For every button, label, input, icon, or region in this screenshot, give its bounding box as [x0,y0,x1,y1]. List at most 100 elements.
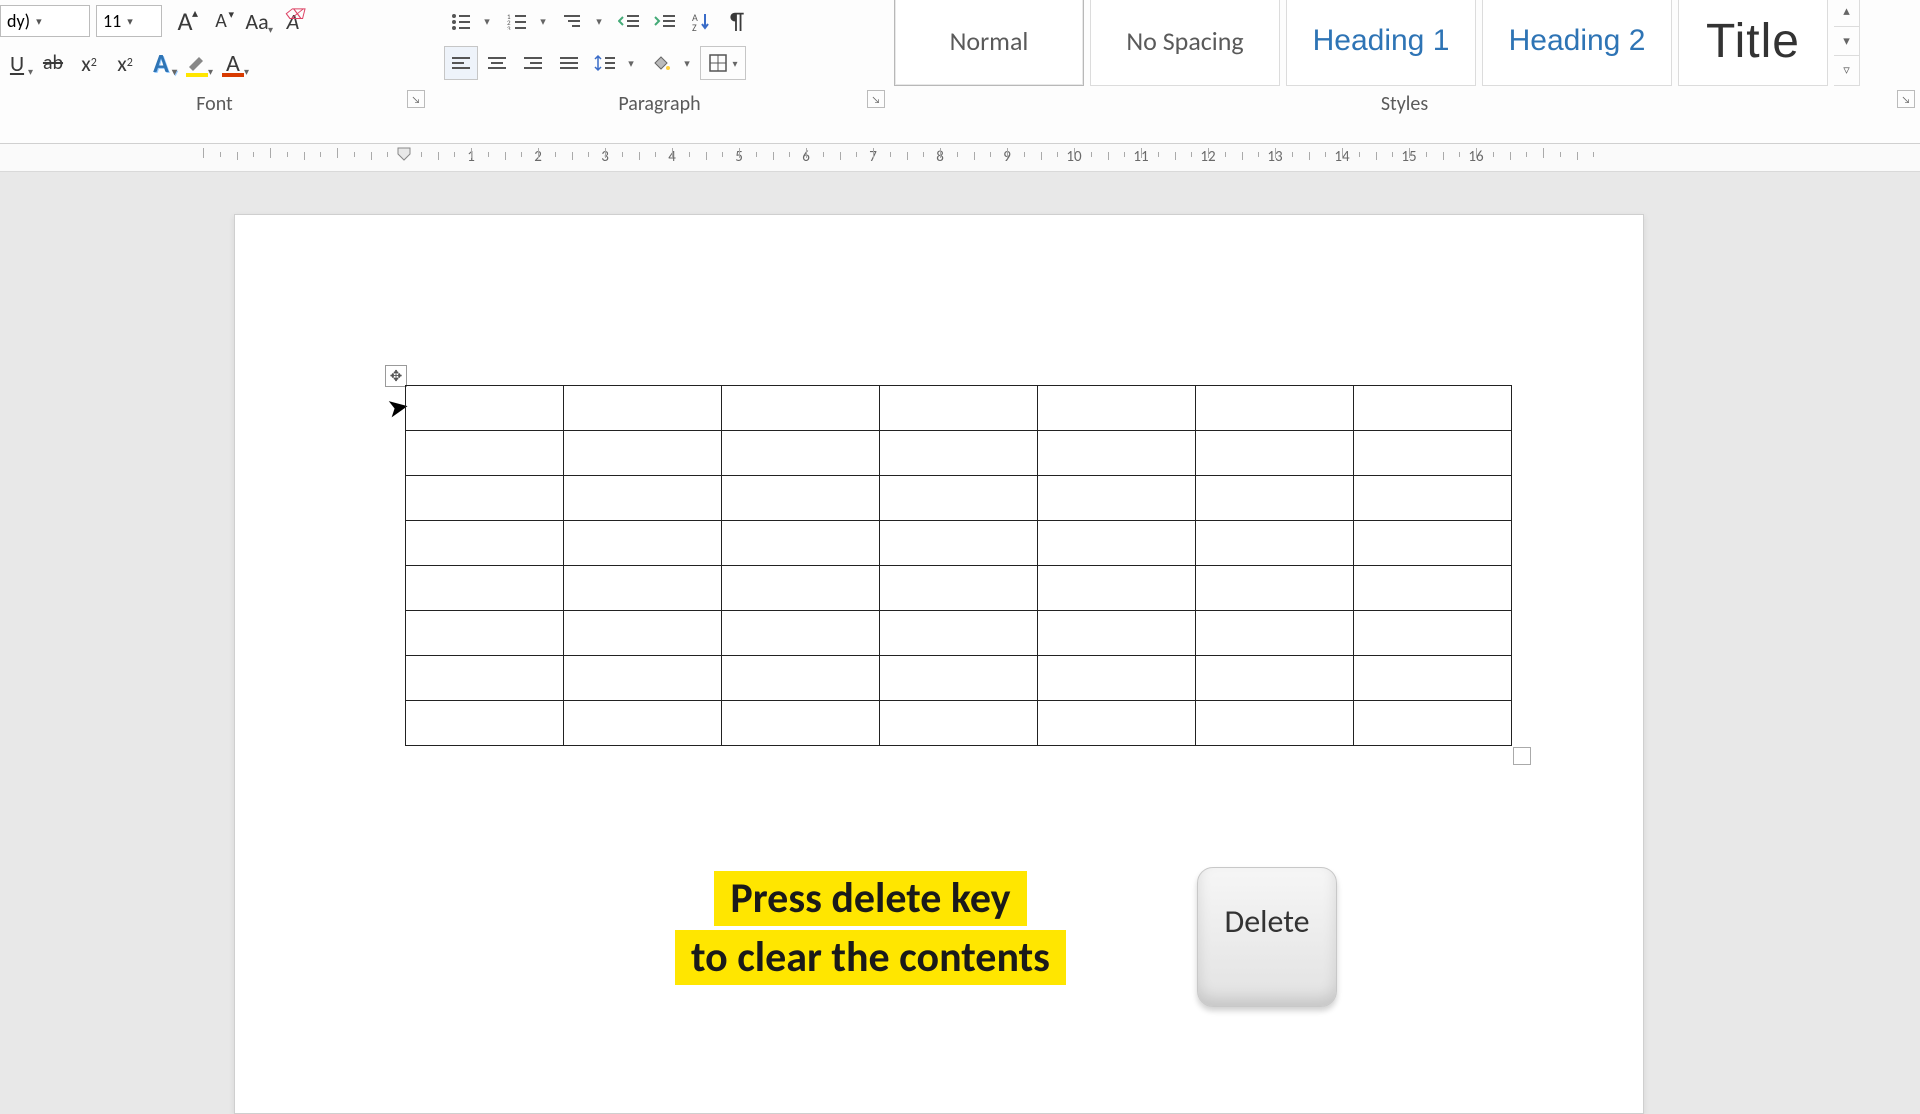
shading-button[interactable] [644,46,678,80]
table-cell[interactable] [406,566,564,611]
table-row[interactable] [406,521,1512,566]
table-cell[interactable] [406,521,564,566]
style-title[interactable]: Title [1678,0,1828,86]
table-cell[interactable] [406,701,564,746]
change-case-button[interactable]: Aa▾ [240,4,274,38]
table-cell[interactable] [1196,476,1354,521]
table-cell[interactable] [1196,386,1354,431]
table-cell[interactable] [1354,566,1512,611]
font-name-combo[interactable]: dy) ▾ [0,5,90,37]
styles-gallery-scroll[interactable]: ▴ ▾ ▿ [1834,0,1860,86]
table-cell[interactable] [880,656,1038,701]
font-color-button[interactable]: A▾ [216,46,250,80]
table-cell[interactable] [722,566,880,611]
style-heading-2[interactable]: Heading 2 [1482,0,1672,86]
table-cell[interactable] [1354,476,1512,521]
table-row[interactable] [406,611,1512,656]
font-size-combo[interactable]: 11 ▾ [96,5,162,37]
style-heading-1[interactable]: Heading 1 [1286,0,1476,86]
table-cell[interactable] [406,476,564,521]
align-right-button[interactable] [516,46,550,80]
superscript-button[interactable]: x2 [108,46,142,80]
decrease-indent-button[interactable] [612,4,646,38]
table-cell[interactable] [1038,701,1196,746]
table-cell[interactable] [406,611,564,656]
chevron-down-icon[interactable]: ▾ [624,57,638,70]
table-cell[interactable] [1038,656,1196,701]
gallery-more-icon[interactable]: ▿ [1834,56,1859,85]
styles-dialog-launcher[interactable]: ↘ [1897,90,1915,108]
chevron-down-icon[interactable]: ▾ [536,15,550,28]
table-cell[interactable] [1038,476,1196,521]
table-cell[interactable] [1038,611,1196,656]
align-center-button[interactable] [480,46,514,80]
table-cell[interactable] [880,566,1038,611]
table-row[interactable] [406,701,1512,746]
table-row[interactable] [406,476,1512,521]
line-spacing-button[interactable] [588,46,622,80]
table-cell[interactable] [1354,386,1512,431]
table-cell[interactable] [406,386,564,431]
table-cell[interactable] [564,611,722,656]
numbering-button[interactable]: 123 [500,4,534,38]
chevron-down-icon[interactable]: ▾ [680,57,694,70]
table-cell[interactable] [880,431,1038,476]
table-cell[interactable] [564,521,722,566]
table-cell[interactable] [722,386,880,431]
table-row[interactable] [406,431,1512,476]
justify-button[interactable] [552,46,586,80]
table-row[interactable] [406,656,1512,701]
bullets-button[interactable] [444,4,478,38]
table-cell[interactable] [1196,566,1354,611]
table-cell[interactable] [1354,521,1512,566]
align-left-button[interactable] [444,46,478,80]
document-page[interactable]: ✥ ➤ Press delete key to clear the conten… [234,214,1644,1114]
font-dialog-launcher[interactable]: ↘ [407,90,425,108]
strikethrough-button[interactable]: ab [36,46,70,80]
subscript-button[interactable]: x2 [72,46,106,80]
table-cell[interactable] [1038,386,1196,431]
table-cell[interactable] [1196,431,1354,476]
table-cell[interactable] [880,521,1038,566]
table-cell[interactable] [722,611,880,656]
sort-button[interactable]: AZ [684,4,718,38]
multilevel-list-button[interactable] [556,4,590,38]
table-cell[interactable] [880,476,1038,521]
table-cell[interactable] [1038,566,1196,611]
table-cell[interactable] [722,431,880,476]
table-cell[interactable] [880,611,1038,656]
paragraph-dialog-launcher[interactable]: ↘ [867,90,885,108]
table-cell[interactable] [722,701,880,746]
table-cell[interactable] [1196,701,1354,746]
table-row[interactable] [406,386,1512,431]
table-row[interactable] [406,566,1512,611]
increase-indent-button[interactable] [648,4,682,38]
table-cell[interactable] [564,431,722,476]
table-cell[interactable] [1354,701,1512,746]
table-cell[interactable] [564,656,722,701]
table-cell[interactable] [564,566,722,611]
document-table[interactable] [405,385,1512,746]
show-marks-button[interactable]: ¶ [720,4,754,38]
horizontal-ruler[interactable]: 12345678910111213141516 [0,144,1920,172]
table-cell[interactable] [1196,656,1354,701]
table-cell[interactable] [564,386,722,431]
table-cell[interactable] [1196,521,1354,566]
table-cell[interactable] [722,476,880,521]
clear-formatting-button[interactable]: A⌫ [276,4,310,38]
table-cell[interactable] [564,476,722,521]
table-cell[interactable] [722,656,880,701]
grow-font-button[interactable]: A▴ [168,4,202,38]
text-effects-button[interactable]: A▾ [144,46,178,80]
table-cell[interactable] [1354,611,1512,656]
underline-button[interactable]: U▾ [0,46,34,80]
table-cell[interactable] [564,701,722,746]
table-cell[interactable] [1038,431,1196,476]
style-no-spacing[interactable]: No Spacing [1090,0,1280,86]
chevron-down-icon[interactable]: ▾ [480,15,494,28]
first-line-indent-marker[interactable] [396,146,412,172]
style-normal[interactable]: Normal [894,0,1084,86]
table-cell[interactable] [722,521,880,566]
table-resize-handle[interactable] [1513,747,1531,765]
table-cell[interactable] [1354,431,1512,476]
